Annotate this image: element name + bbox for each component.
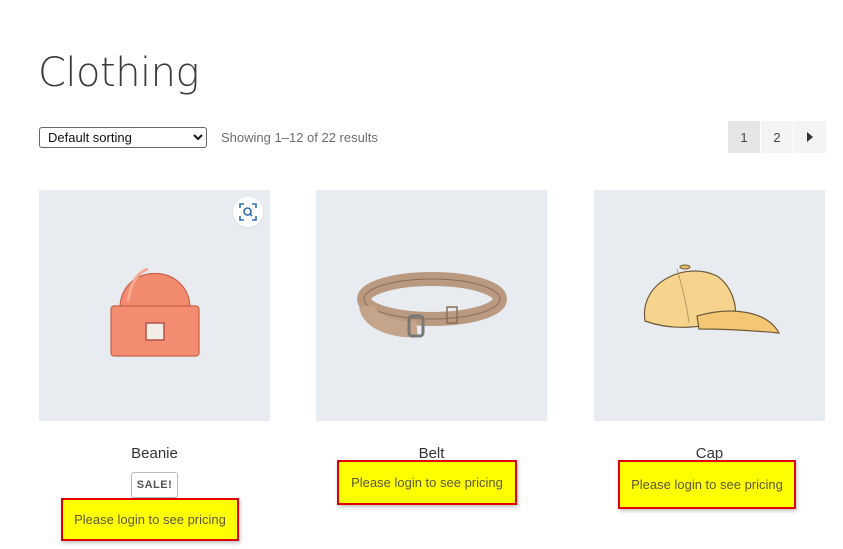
pagination: 1 2 [728,121,826,153]
product-image-cap[interactable] [594,190,825,421]
product-card-beanie[interactable] [39,190,270,421]
beanie-image [109,267,200,357]
product-title-beanie[interactable]: Beanie [39,445,270,462]
page-title: Clothing [38,50,200,96]
zoom-magnify-icon [239,203,257,221]
zoom-button[interactable] [233,197,263,227]
triangle-right-icon [807,132,813,142]
product-card-cap[interactable] [594,190,825,421]
belt-image [356,271,507,337]
cap-image [643,264,781,334]
pricing-notice-belt: Please login to see pricing [337,460,517,505]
pricing-notice-cap: Please login to see pricing [618,460,796,509]
sale-badge: SALE! [131,472,178,498]
sort-select[interactable]: Default sorting [39,127,207,148]
product-image-beanie[interactable] [39,190,270,421]
product-image-belt[interactable] [316,190,547,421]
page-2-button[interactable]: 2 [761,121,793,153]
product-card-belt[interactable] [316,190,547,421]
page-1-button[interactable]: 1 [728,121,760,153]
pricing-notice-beanie: Please login to see pricing [61,498,239,541]
next-page-button[interactable] [794,121,826,153]
result-count: Showing 1–12 of 22 results [221,130,378,145]
